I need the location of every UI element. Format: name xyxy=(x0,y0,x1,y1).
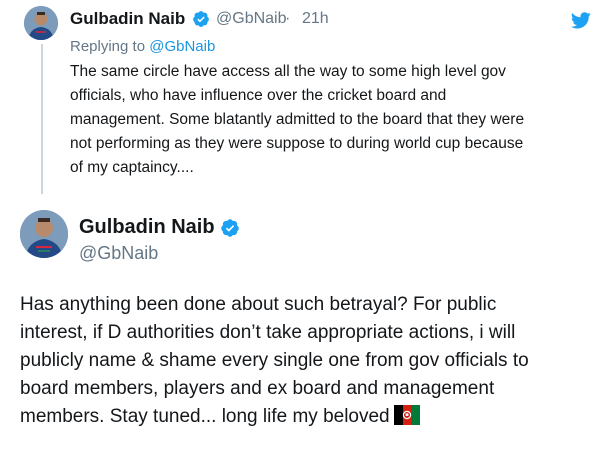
author-name[interactable]: Gulbadin Naib xyxy=(70,9,185,29)
author-name[interactable]: Gulbadin Naib xyxy=(79,216,215,239)
tweet-text-line: Has anything been done about such betray… xyxy=(20,294,497,315)
avatar[interactable] xyxy=(24,6,58,40)
verified-badge-icon xyxy=(193,11,209,27)
replying-label: Replying to xyxy=(70,38,146,55)
tweet-text-line-last: members. Stay tuned... long life my belo… xyxy=(20,403,595,431)
meta-separator: · xyxy=(285,10,291,27)
twitter-bird-icon[interactable] xyxy=(571,12,591,29)
replying-to: Replying to @GbNaib xyxy=(70,38,215,55)
tweet-text-line: members. Stay tuned... long life my belo… xyxy=(20,406,390,427)
tweet-text: Has anything been done about such betray… xyxy=(20,291,595,431)
afghanistan-flag-emoji xyxy=(393,405,420,425)
tweet-text-line: officials, who have influence over the c… xyxy=(70,87,447,104)
tweet-text-line: interest, if D authorities don’t take ap… xyxy=(20,322,516,343)
verified-badge-icon xyxy=(221,219,239,237)
reply-tweet[interactable]: Gulbadin Naib @GbNaib · 21h Replying to … xyxy=(0,0,600,196)
tweet-timestamp[interactable]: 21h xyxy=(302,10,329,28)
author-handle[interactable]: @GbNaib xyxy=(216,10,287,28)
main-tweet[interactable]: Gulbadin Naib @GbNaib Has anything been … xyxy=(0,196,600,450)
tweet-text: The same circle have access all the way … xyxy=(70,60,600,180)
thread-line xyxy=(41,44,43,194)
tweet-text-line: not performing as they were suppose to d… xyxy=(70,135,524,152)
tweet-text-line: of my captaincy.... xyxy=(70,159,194,176)
tweet-text-line: The same circle have access all the way … xyxy=(70,63,506,80)
mention-link[interactable]: @GbNaib xyxy=(149,38,215,55)
avatar[interactable] xyxy=(20,210,68,258)
tweet-text-line: management. Some blatantly admitted to t… xyxy=(70,111,525,128)
author-handle[interactable]: @GbNaib xyxy=(79,243,158,264)
tweet-text-line: publicly name & shame every single one f… xyxy=(20,350,529,371)
tweet-text-line: board members, players and ex board and … xyxy=(20,378,495,399)
